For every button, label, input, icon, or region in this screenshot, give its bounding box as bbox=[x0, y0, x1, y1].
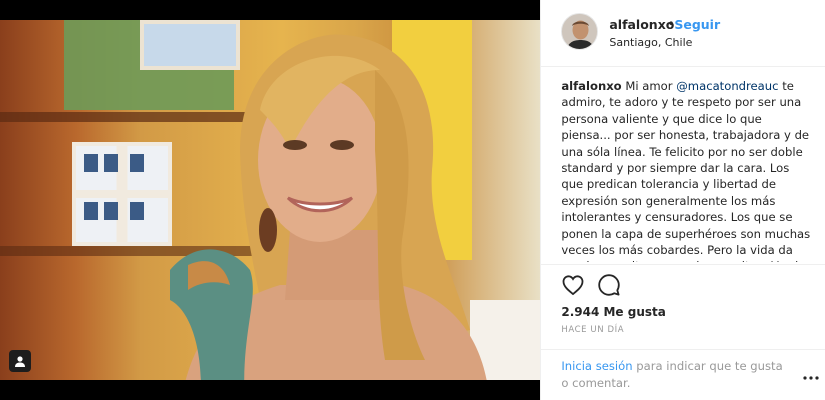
follow-button[interactable]: Seguir bbox=[674, 17, 720, 32]
caption-username[interactable]: alfalonxo bbox=[561, 79, 621, 93]
post-photo[interactable] bbox=[0, 20, 541, 380]
heart-icon[interactable] bbox=[561, 273, 585, 297]
caption-text-rest: te admiro, te adoro y te respeto por ser… bbox=[561, 79, 811, 262]
instagram-post: alfalonxo • Seguir Santiago, Chile alfal… bbox=[0, 0, 825, 400]
avatar[interactable] bbox=[561, 13, 599, 50]
post-username[interactable]: alfalonxo bbox=[609, 17, 674, 32]
background-window bbox=[72, 142, 172, 246]
user-tag-icon[interactable] bbox=[9, 350, 31, 372]
more-options-icon[interactable] bbox=[801, 368, 821, 380]
post-header: alfalonxo • Seguir Santiago, Chile bbox=[541, 0, 825, 67]
post-caption: alfalonxo Mi amor @macatondreauc te admi… bbox=[561, 78, 813, 262]
login-link[interactable]: Inicia sesión bbox=[561, 359, 632, 373]
like-count[interactable]: 2.944 Me gusta bbox=[561, 305, 666, 319]
post-timestamp[interactable]: HACE UN DÍA bbox=[561, 325, 624, 335]
login-prompt-text: Inicia sesión para indicar que te gusta … bbox=[561, 358, 791, 391]
login-prompt: Inicia sesión para indicar que te gusta … bbox=[541, 349, 825, 396]
caption-text-start: Mi amor bbox=[625, 79, 673, 93]
comment-icon[interactable] bbox=[597, 273, 621, 297]
post-media[interactable] bbox=[0, 0, 541, 400]
user-tag-icon-svg bbox=[15, 356, 25, 367]
woman-figure bbox=[170, 34, 487, 380]
post-sidebar: alfalonxo • Seguir Santiago, Chile alfal… bbox=[540, 0, 825, 400]
post-actions: 2.944 Me gusta HACE UN DÍA Inicia sesión… bbox=[541, 264, 825, 395]
caption-mention[interactable]: @macatondreauc bbox=[676, 79, 778, 93]
post-location[interactable]: Santiago, Chile bbox=[609, 36, 692, 49]
